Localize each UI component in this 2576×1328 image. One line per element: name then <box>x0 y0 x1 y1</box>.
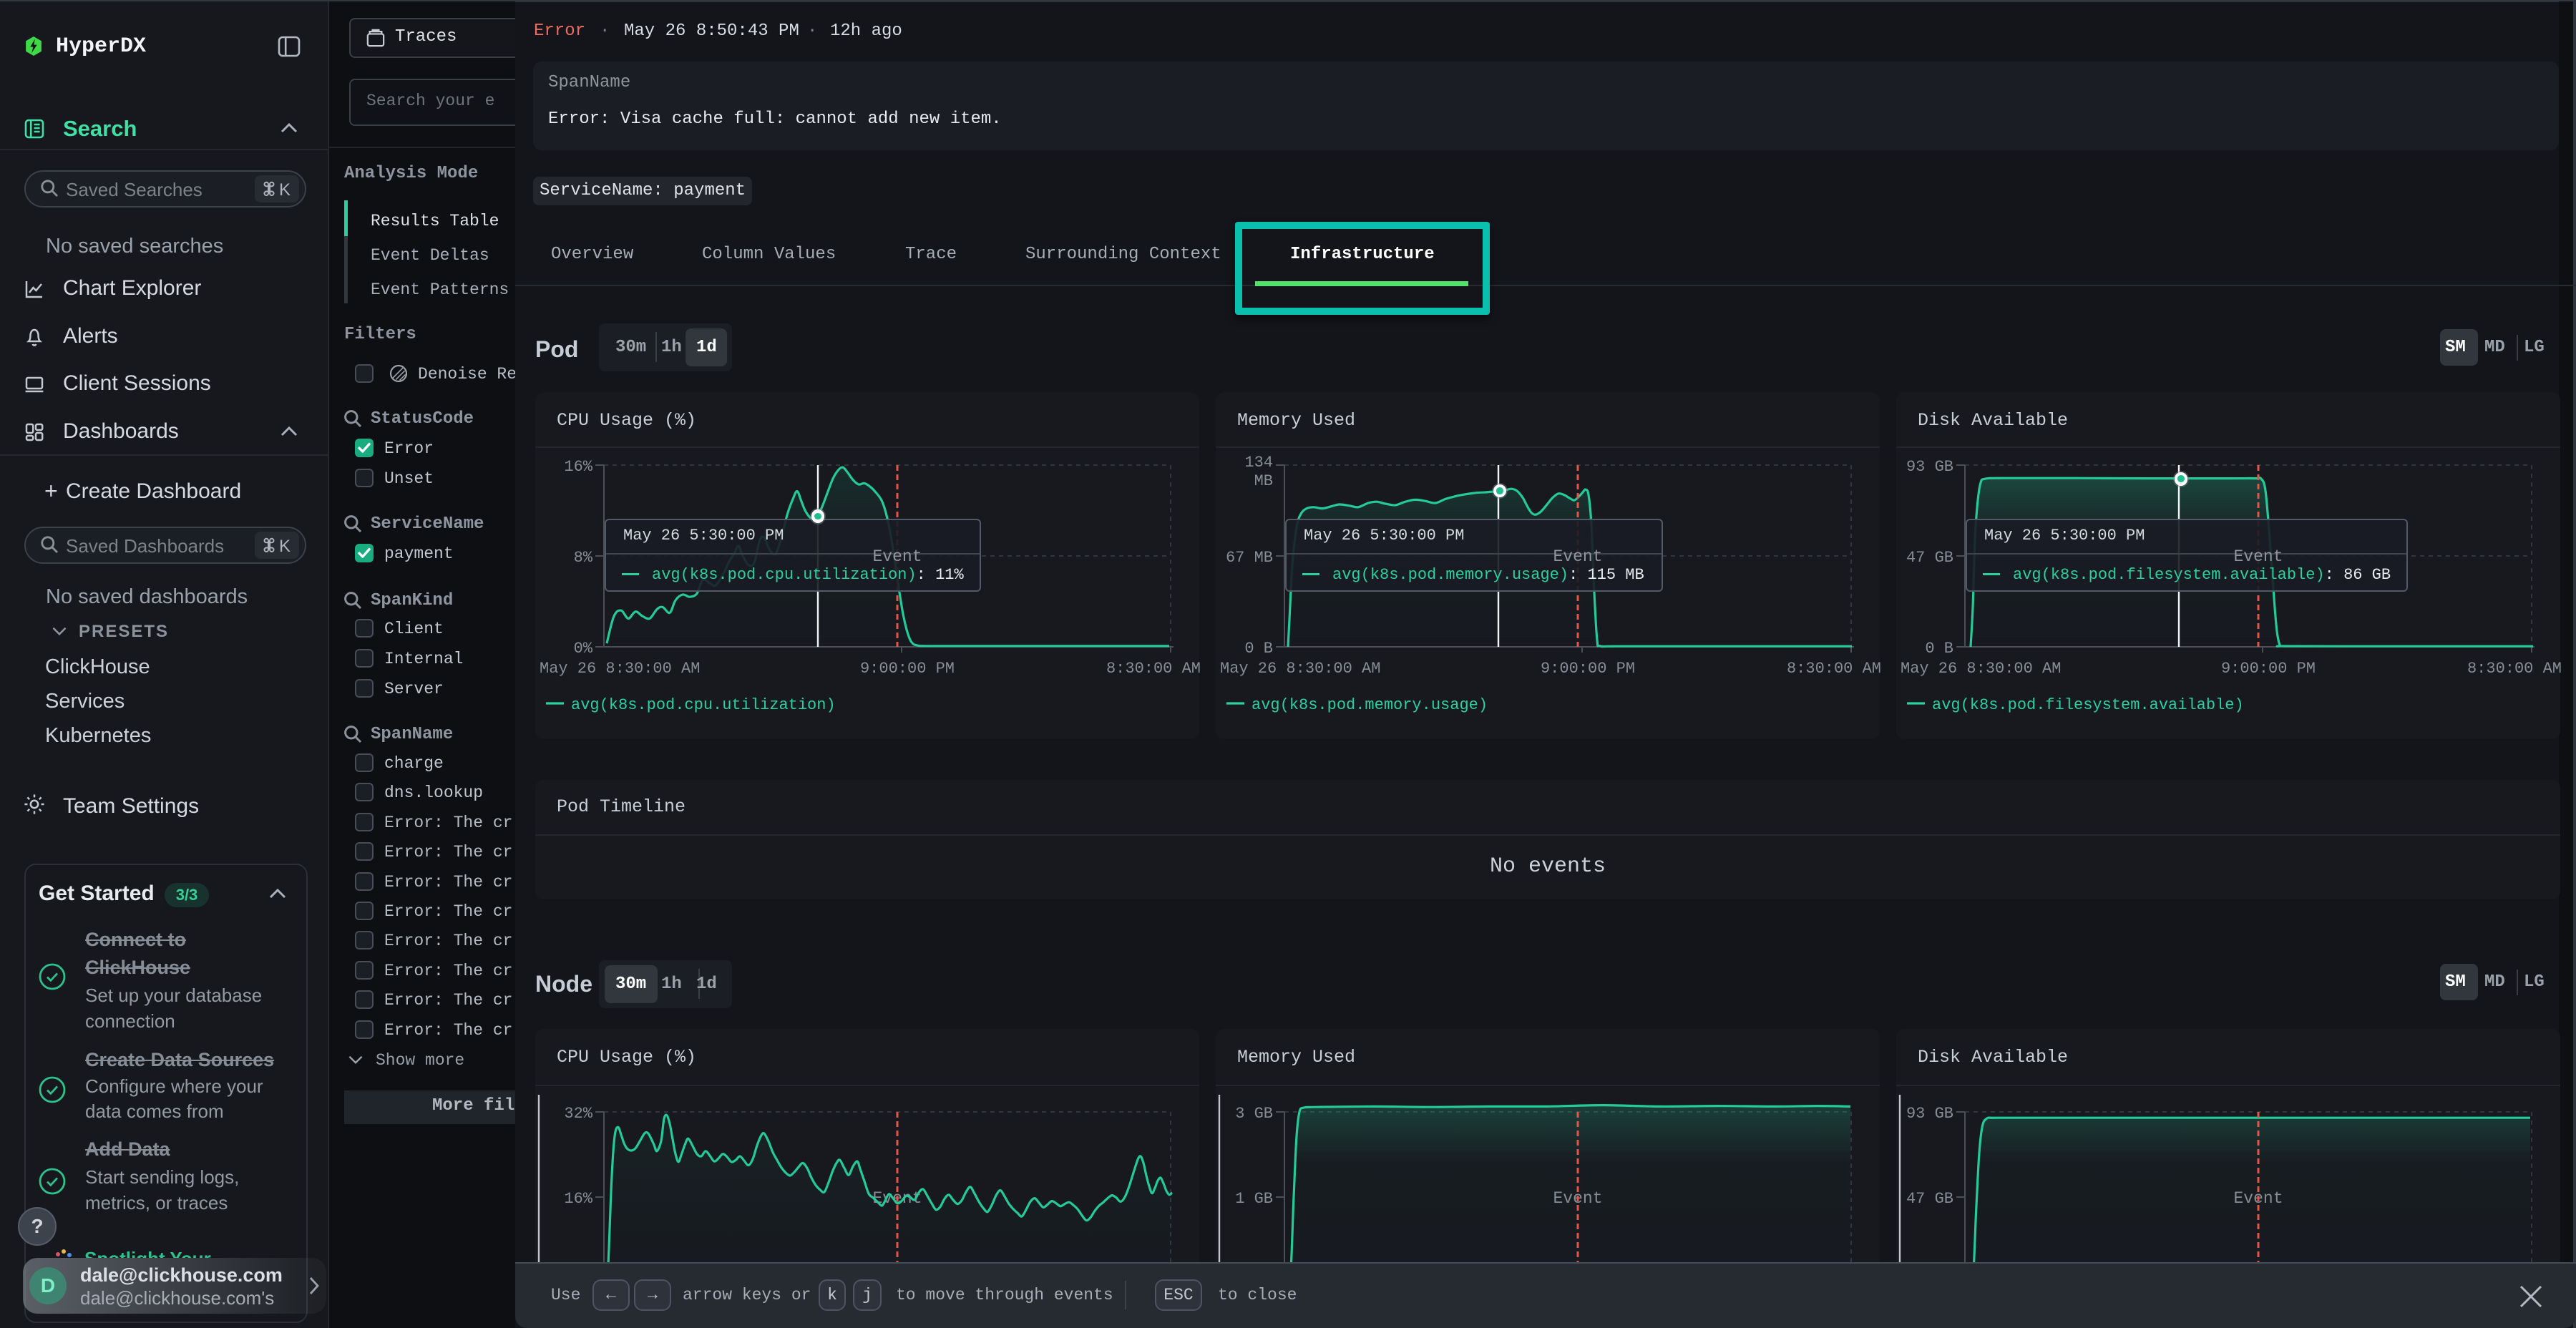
svg-text:67 MB: 67 MB <box>1226 549 1273 567</box>
svg-text:8:30:00 AM: 8:30:00 AM <box>1787 660 1881 678</box>
svg-text:May 26 8:30:00 AM: May 26 8:30:00 AM <box>540 660 700 678</box>
svg-text:3 GB: 3 GB <box>1235 1105 1273 1123</box>
svg-text:32%: 32% <box>564 1105 592 1123</box>
svg-text:16%: 16% <box>564 1190 592 1208</box>
svg-text:8:30:00 AM: 8:30:00 AM <box>2467 660 2562 678</box>
svg-text:8:30:00 AM: 8:30:00 AM <box>1106 660 1201 678</box>
svg-text:avg(k8s.pod.filesystem.availab: avg(k8s.pod.filesystem.available) <box>1932 696 2244 714</box>
svg-text:May 26 8:30:00 AM: May 26 8:30:00 AM <box>1220 660 1380 678</box>
svg-text:MB: MB <box>1254 472 1273 490</box>
svg-text:avg(k8s.pod.cpu.utilization): avg(k8s.pod.cpu.utilization) <box>571 696 836 714</box>
svg-text:8%: 8% <box>574 549 593 567</box>
svg-text:0 B: 0 B <box>1925 640 1953 658</box>
svg-text:93 GB: 93 GB <box>1906 458 1953 476</box>
svg-text:0 B: 0 B <box>1244 640 1273 658</box>
svg-text:9:00:00 PM: 9:00:00 PM <box>1541 660 1635 678</box>
svg-text:9:00:00 PM: 9:00:00 PM <box>2221 660 2316 678</box>
svg-text:1 GB: 1 GB <box>1235 1190 1273 1208</box>
svg-text:9:00:00 PM: 9:00:00 PM <box>860 660 955 678</box>
svg-text:0%: 0% <box>574 640 593 658</box>
svg-text:May 26 8:30:00 AM: May 26 8:30:00 AM <box>1901 660 2061 678</box>
svg-text:16%: 16% <box>564 458 592 476</box>
svg-text:47 GB: 47 GB <box>1906 1190 1953 1208</box>
svg-text:avg(k8s.pod.memory.usage): avg(k8s.pod.memory.usage) <box>1252 696 1488 714</box>
svg-text:134: 134 <box>1244 454 1273 472</box>
svg-text:93 GB: 93 GB <box>1906 1105 1953 1123</box>
svg-text:47 GB: 47 GB <box>1906 549 1953 567</box>
